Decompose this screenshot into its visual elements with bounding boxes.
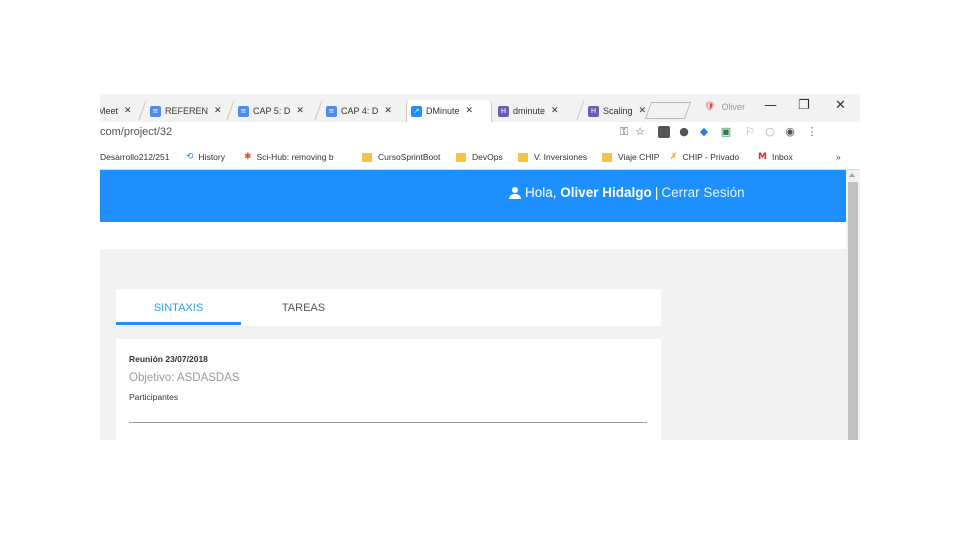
dminute-icon: ↗	[411, 105, 422, 117]
meeting-objective: Objetivo: ASDASDAS	[129, 372, 240, 384]
bookmark-label: History	[198, 152, 225, 162]
docs-icon: ≡	[238, 105, 249, 117]
logout-link[interactable]: Cerrar Sesión	[661, 185, 744, 200]
close-icon[interactable]: ✕	[551, 106, 559, 116]
tab-tareas[interactable]: TAREAS	[241, 289, 366, 326]
tab-title: CAP 4: D	[341, 106, 379, 116]
heroku-icon: H	[588, 105, 599, 117]
profile-icon: 🛡	[704, 102, 716, 112]
app-header: Hola, Oliver Hidalgo | Cerrar Sesión	[100, 170, 846, 222]
bookmark-folder[interactable]: Viaje CHIP	[602, 152, 659, 162]
page-content: Hola, Oliver Hidalgo | Cerrar Sesión SIN…	[100, 170, 846, 440]
greeting-prefix: Hola,	[525, 185, 557, 200]
divider	[129, 422, 647, 423]
bookmark-label: Sci-Hub: removing b	[256, 152, 334, 162]
close-icon[interactable]: ✕	[214, 106, 222, 116]
close-icon[interactable]: ✕	[384, 106, 392, 116]
bookmark-item[interactable]: Desarrollo212/251	[100, 152, 169, 162]
new-tab-button[interactable]	[644, 102, 692, 119]
browser-tab-referen[interactable]: ≡ REFEREN ✕	[146, 100, 228, 122]
bookmark-item[interactable]: ⟲ History	[186, 152, 225, 162]
menu-icon[interactable]: ⋮	[806, 126, 818, 138]
profile-name: Oliver	[721, 102, 745, 112]
page-scrollbar[interactable]	[846, 170, 860, 440]
history-icon: ⟲	[186, 152, 194, 162]
scroll-thumb[interactable]	[848, 182, 858, 440]
browser-window: Meet ✕ ≡ REFEREN ✕ ≡ CAP 5: D ✕ ≡ CAP 4:…	[100, 94, 860, 440]
heroku-icon: H	[498, 105, 509, 117]
bookmarks-bar: Desarrollo212/251 ⟲ History ✱ Sci-Hub: r…	[100, 144, 860, 170]
browser-tab-cap5[interactable]: ≡ CAP 5: D ✕	[234, 100, 316, 122]
bookmark-label: CursoSprintBoot	[378, 152, 441, 162]
bookmark-item[interactable]: ✱ Sci-Hub: removing b	[244, 152, 334, 162]
browser-tab-scaling[interactable]: H Scaling ✕	[584, 100, 650, 122]
restore-icon[interactable]: ❐	[798, 98, 810, 113]
close-icon[interactable]: ✕	[466, 106, 474, 116]
scroll-up-arrow-icon[interactable]	[849, 173, 855, 177]
tab-title: Scaling	[603, 106, 633, 116]
separator: |	[654, 185, 659, 200]
folder-icon	[602, 152, 612, 162]
bookmark-label: Desarrollo212/251	[100, 152, 170, 162]
scihub-icon: ✱	[244, 152, 252, 162]
extension-icon[interactable]	[658, 126, 670, 138]
bookmark-label: Inbox	[771, 152, 793, 162]
minute-card: Reunión 23/07/2018 Objetivo: ASDASDAS Pa…	[116, 339, 661, 440]
user-greeting: Hola, Oliver Hidalgo | Cerrar Sesión	[509, 185, 745, 200]
tabs-card: SINTAXIS TAREAS	[116, 289, 661, 326]
tab-title: DMinute	[426, 106, 460, 116]
tab-title: CAP 5: D	[253, 106, 291, 116]
extension-icon[interactable]: ⚐	[744, 126, 756, 138]
star-icon[interactable]: ☆	[634, 126, 646, 138]
close-icon[interactable]: ✕	[296, 106, 304, 116]
browser-tab-dminute[interactable]: ↗ DMinute ✕	[406, 100, 492, 122]
close-icon[interactable]: ✕	[639, 106, 647, 116]
user-name: Oliver Hidalgo	[560, 185, 652, 200]
docs-icon: ≡	[326, 105, 337, 117]
gmail-icon: M	[758, 152, 767, 162]
bookmarks-overflow-button[interactable]: »	[836, 152, 841, 162]
key-icon[interactable]: ⚿	[618, 126, 630, 138]
address-bar: com/project/32 ⚿ ☆ ● ◆ ▣ ⚐ ○ ◉ ⋮	[100, 122, 860, 144]
profile-button[interactable]: 🛡 Oliver	[704, 102, 745, 112]
minimize-icon[interactable]: —	[764, 98, 777, 113]
bookmark-folder[interactable]: CursoSprintBoot	[362, 152, 440, 162]
folder-icon	[456, 152, 466, 162]
subheader-band	[100, 222, 846, 249]
chip-icon: ✗	[670, 152, 678, 162]
close-icon[interactable]: ✕	[124, 106, 132, 116]
tab-title: Meet	[100, 106, 119, 116]
tab-sintaxis[interactable]: SINTAXIS	[116, 289, 241, 326]
url-input[interactable]: com/project/32	[100, 126, 172, 138]
extension-icon[interactable]: ◉	[784, 126, 796, 138]
folder-icon	[362, 152, 372, 162]
bookmark-item[interactable]: ✗ CHIP - Privado	[670, 152, 739, 162]
tab-strip: Meet ✕ ≡ REFEREN ✕ ≡ CAP 5: D ✕ ≡ CAP 4:…	[100, 94, 860, 122]
browser-tab-dminute-heroku[interactable]: H dminute ✕	[494, 100, 578, 122]
browser-tab-meet[interactable]: Meet ✕	[100, 100, 140, 122]
meeting-title: Reunión 23/07/2018	[129, 354, 208, 364]
folder-icon	[518, 152, 528, 162]
extension-icon[interactable]: ○	[764, 126, 776, 138]
screen: Meet ✕ ≡ REFEREN ✕ ≡ CAP 5: D ✕ ≡ CAP 4:…	[0, 0, 960, 540]
extension-icon[interactable]: ◆	[698, 126, 710, 138]
chevron-double-icon: »	[836, 152, 841, 162]
extension-icon[interactable]: ▣	[720, 126, 732, 138]
close-window-icon[interactable]: ✕	[835, 98, 846, 113]
bookmark-label: DevOps	[472, 152, 503, 162]
active-tab-indicator	[116, 322, 241, 325]
tab-title: dminute	[513, 106, 546, 116]
bookmark-label: CHIP - Privado	[682, 152, 740, 162]
participants-label: Participantes	[129, 392, 179, 402]
bookmark-label: Viaje CHIP	[618, 152, 660, 162]
bookmark-label: V. Inversiones	[534, 152, 588, 162]
docs-icon: ≡	[150, 105, 161, 117]
tab-title: REFEREN	[165, 106, 209, 116]
user-icon	[509, 186, 521, 199]
bookmark-folder[interactable]: V. Inversiones	[518, 152, 587, 162]
bookmark-folder[interactable]: DevOps	[456, 152, 503, 162]
bookmark-item[interactable]: M Inbox	[758, 152, 793, 162]
browser-tab-cap4[interactable]: ≡ CAP 4: D ✕	[322, 100, 404, 122]
extension-icon[interactable]: ●	[678, 126, 690, 138]
